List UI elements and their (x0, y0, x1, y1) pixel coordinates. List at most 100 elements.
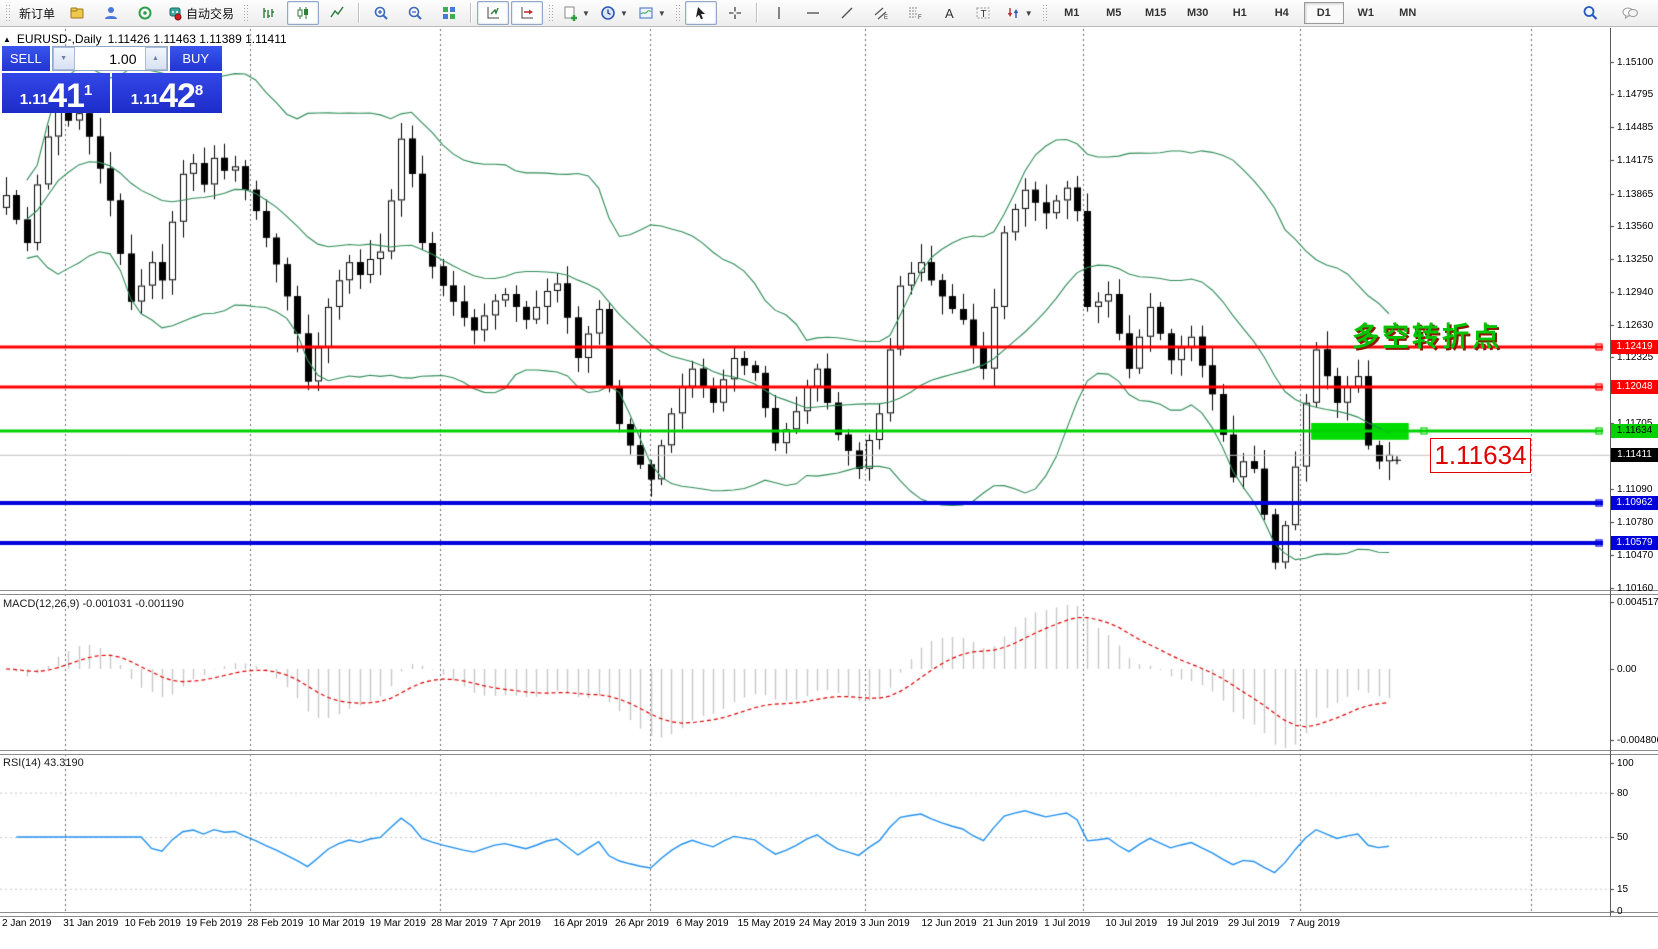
date-axis-label: 15 May 2019 (738, 918, 796, 929)
macd-axis-label: -0.004806 (1617, 735, 1658, 746)
date-axis-label: 26 Apr 2019 (615, 918, 669, 929)
channel-button[interactable]: E (865, 1, 897, 25)
community-button[interactable] (95, 1, 127, 25)
chart-profile-button[interactable] (61, 1, 93, 25)
buy-price-prefix: 1.11 (131, 89, 159, 111)
price-axis-label: 1.15100 (1617, 57, 1653, 68)
price-line-badge: 1.12048 (1611, 380, 1658, 394)
price-line-badge: 1.10579 (1611, 536, 1658, 550)
sell-price-sup: 1 (84, 73, 92, 109)
search-button[interactable] (1574, 1, 1606, 25)
timeframe-mn-button[interactable]: MN (1388, 2, 1428, 24)
svg-text:F: F (918, 15, 922, 21)
zoom-in-button[interactable] (365, 1, 397, 25)
auto-scroll-button[interactable] (477, 1, 509, 25)
cursor-button[interactable] (685, 1, 717, 25)
sell-price-big: 41 (48, 81, 84, 111)
toolbar-grip[interactable] (243, 4, 248, 22)
chat-button[interactable] (1614, 1, 1646, 25)
timeframe-h4-button[interactable]: H4 (1262, 2, 1302, 24)
new-order-button[interactable]: 新订单 (15, 1, 59, 25)
lot-size-input[interactable]: 1.00 (75, 51, 145, 67)
sell-price-panel[interactable]: 1.11 41 1 (2, 73, 110, 113)
dropdown-arrow-icon[interactable]: ▼ (582, 9, 590, 18)
date-axis-label: 3 Jun 2019 (860, 918, 910, 929)
fibonacci-button[interactable]: F (899, 1, 931, 25)
buy-price-sup: 8 (195, 73, 203, 109)
dropdown-arrow-icon[interactable]: ▼ (658, 9, 666, 18)
sell-button[interactable]: SELL (2, 46, 50, 71)
trendline-button[interactable] (831, 1, 863, 25)
turning-point-annotation[interactable]: 多空转折点 (1352, 315, 1502, 354)
auto-trading-button[interactable]: 自动交易 (163, 1, 238, 25)
signal-icon (137, 5, 153, 21)
toolbar-grip[interactable] (675, 4, 680, 22)
text-button[interactable]: A (933, 1, 965, 25)
rsi-axis-label: 100 (1617, 758, 1634, 769)
chart-title: ▲ EURUSD-,Daily 1.11426 1.11463 1.11389 … (3, 32, 287, 46)
timeframe-w1-button[interactable]: W1 (1346, 2, 1386, 24)
buy-button[interactable]: BUY (170, 46, 223, 71)
price-callout-label[interactable]: 1.11634 (1430, 438, 1531, 473)
arrows-button[interactable]: ▼ (1001, 1, 1037, 25)
timeframe-m5-button[interactable]: M5 (1094, 2, 1134, 24)
one-click-trading-widget: SELL ▼ 1.00 ▲ BUY 1.11 41 1 1.11 42 8 (2, 46, 222, 113)
bar-chart-button[interactable] (253, 1, 285, 25)
toolbar-grip[interactable] (1042, 4, 1047, 22)
rsi-panel-separator[interactable] (0, 750, 1658, 755)
chart-canvas[interactable] (0, 27, 1658, 949)
macd-panel-separator[interactable] (0, 590, 1658, 595)
dropdown-arrow-icon[interactable]: ▼ (1025, 9, 1033, 18)
date-axis-label: 19 Jul 2019 (1167, 918, 1219, 929)
signals-button[interactable] (129, 1, 161, 25)
price-axis-label: 1.13560 (1617, 221, 1653, 232)
crosshair-button[interactable] (719, 1, 751, 25)
toolbar-grip[interactable] (5, 4, 10, 22)
timeframe-d1-button[interactable]: D1 (1304, 2, 1344, 24)
fibo-icon: F (907, 5, 923, 21)
zoom-out-button[interactable] (399, 1, 431, 25)
lot-decrease-button[interactable]: ▼ (53, 47, 75, 70)
indicators-button[interactable]: ▼ (558, 1, 594, 25)
chart-shift-button[interactable] (511, 1, 543, 25)
periods-button[interactable]: ▼ (596, 1, 632, 25)
chart-area: ▲ EURUSD-,Daily 1.11426 1.11463 1.11389 … (0, 27, 1658, 949)
price-line-badge: 1.11634 (1611, 424, 1658, 438)
dropdown-arrow-icon[interactable]: ▼ (620, 9, 628, 18)
template-icon (638, 5, 654, 21)
collapse-arrow-icon[interactable]: ▲ (3, 35, 11, 44)
svg-text:T: T (980, 9, 986, 20)
date-axis-label: 10 Mar 2019 (309, 918, 365, 929)
templates-button[interactable]: ▼ (634, 1, 670, 25)
symbol-period-label: EURUSD-,Daily (17, 32, 102, 46)
price-axis-label: 1.14485 (1617, 122, 1653, 133)
vertical-line-button[interactable] (763, 1, 795, 25)
candlestick-button[interactable] (287, 1, 319, 25)
timeframe-m30-button[interactable]: M30 (1178, 2, 1218, 24)
sell-price-prefix: 1.11 (20, 89, 48, 111)
date-axis-label: 28 Feb 2019 (247, 918, 303, 929)
line-chart-button[interactable] (321, 1, 353, 25)
tile-windows-button[interactable] (433, 1, 465, 25)
lot-increase-button[interactable]: ▲ (145, 47, 167, 70)
price-axis-label: 1.11090 (1617, 484, 1652, 495)
autoscroll-icon (485, 5, 501, 21)
horizontal-line-button[interactable] (797, 1, 829, 25)
price-axis-label: 1.10470 (1617, 550, 1653, 561)
timeframe-h1-button[interactable]: H1 (1220, 2, 1260, 24)
clock-icon (600, 5, 616, 21)
label-button[interactable]: T (967, 1, 999, 25)
rsi-label: RSI(14) 43.3190 (3, 757, 84, 769)
toolbar-separator (358, 3, 360, 23)
new-order-button-label: 新订单 (19, 5, 55, 22)
profile-icon (69, 5, 85, 21)
bars-icon (261, 5, 277, 21)
timeframe-m1-button[interactable]: M1 (1052, 2, 1092, 24)
buy-price-panel[interactable]: 1.11 42 8 (112, 73, 222, 113)
timeframe-m15-button[interactable]: M15 (1136, 2, 1176, 24)
toolbar-grip[interactable] (548, 4, 553, 22)
date-axis-label: 10 Jul 2019 (1105, 918, 1157, 929)
svg-text:E: E (884, 15, 888, 21)
bottom-separator (0, 912, 1658, 917)
trend-icon (839, 5, 855, 21)
